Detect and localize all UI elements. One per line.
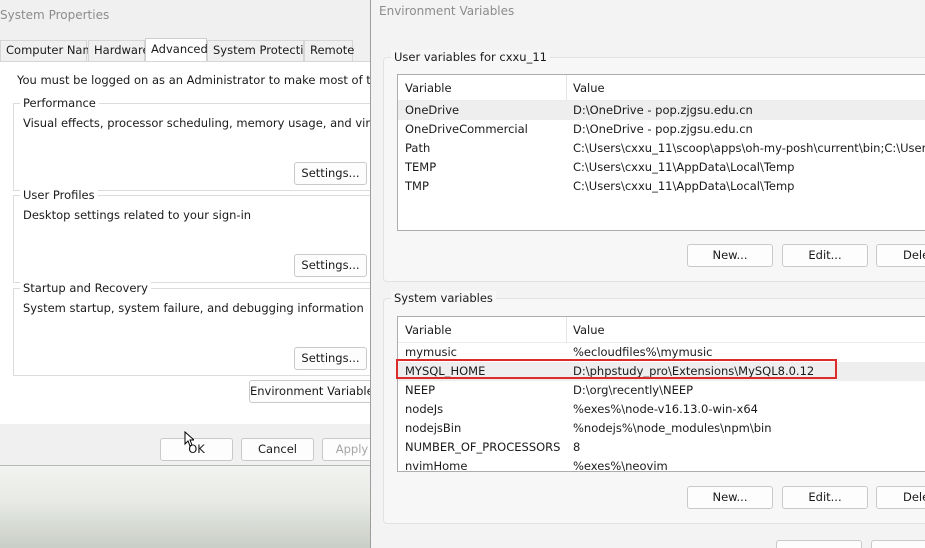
variable-name: TMP (405, 179, 429, 193)
system-new-button[interactable]: New... (687, 486, 773, 509)
tab-hardware[interactable]: Hardware (88, 40, 150, 61)
user-variables-section: User variables for cxxu_11 Variable Valu… (383, 50, 925, 282)
group-title: Startup and Recovery (20, 281, 151, 295)
value-column-header[interactable]: Value (573, 323, 605, 337)
variable-value: C:\Users\cxxu_11\scoop\apps\oh-my-posh\c… (573, 141, 925, 155)
performance-settings-button[interactable]: Settings... (294, 162, 367, 185)
section-title: System variables (391, 291, 496, 305)
desktop-background (0, 466, 372, 548)
table-row[interactable]: mymusic %ecloudfiles%\mymusic (398, 343, 925, 362)
table-row[interactable]: Path C:\Users\cxxu_11\scoop\apps\oh-my-p… (398, 139, 925, 158)
variable-name: NEEP (405, 383, 436, 397)
system-delete-button[interactable]: Delete (876, 486, 925, 509)
user-profiles-group: User Profiles Desktop settings related t… (13, 188, 372, 283)
startup-recovery-settings-button[interactable]: Settings... (294, 347, 367, 370)
window-title: Environment Variables (379, 4, 515, 18)
table-row[interactable]: nodeJs %exes%\node-v16.13.0-win-x64 (398, 400, 925, 419)
variable-name: nodeJs (405, 402, 444, 416)
performance-group: Performance Visual effects, processor sc… (13, 96, 444, 191)
environment-variables-button[interactable]: Environment Variables... (249, 380, 372, 403)
system-variables-section: System variables Variable Value mymusic … (383, 291, 925, 524)
ok-button[interactable]: OK (160, 438, 233, 461)
table-row[interactable]: NEEP D:\org\recently\NEEP (398, 381, 925, 400)
user-new-button[interactable]: New... (687, 244, 773, 267)
variable-column-header[interactable]: Variable (405, 323, 452, 337)
group-description: System startup, system failure, and debu… (23, 301, 364, 315)
variable-value: D:\OneDrive - pop.zjgsu.edu.cn (573, 122, 753, 136)
variable-value: D:\org\recently\NEEP (573, 383, 694, 397)
table-row[interactable]: nvimHome %exes%\neovim (398, 457, 925, 472)
variable-name: TEMP (405, 160, 437, 174)
variable-value: C:\Users\cxxu_11\AppData\Local\Temp (573, 160, 795, 174)
table-row[interactable]: TEMP C:\Users\cxxu_11\AppData\Local\Temp (398, 158, 925, 177)
table-row[interactable]: OneDriveCommercial D:\OneDrive - pop.zjg… (398, 120, 925, 139)
list-header: Variable Value (398, 75, 925, 101)
variable-value: D:\OneDrive - pop.zjgsu.edu.cn (573, 103, 753, 117)
variable-value: %exes%\neovim (573, 459, 668, 472)
table-row[interactable]: TMP C:\Users\cxxu_11\AppData\Local\Temp (398, 177, 925, 196)
variable-value: %exes%\node-v16.13.0-win-x64 (573, 402, 758, 416)
variable-name: MYSQL_HOME (405, 364, 486, 378)
tab-advanced[interactable]: Advanced (145, 38, 208, 62)
section-title: User variables for cxxu_11 (391, 50, 550, 64)
table-row[interactable]: nodejsBin %nodejs%\node_modules\npm\bin (398, 419, 925, 438)
group-description: Desktop settings related to your sign-in (23, 208, 252, 222)
tab-remote[interactable]: Remote (304, 40, 354, 61)
partial-ok-button (776, 540, 862, 548)
variable-value: D:\phpstudy_pro\Extensions\MySQL8.0.12 (573, 364, 815, 378)
column-divider[interactable] (566, 317, 567, 343)
variable-name: nvimHome (405, 459, 468, 472)
startup-recovery-group: Startup and Recovery System startup, sys… (13, 281, 372, 376)
user-profiles-settings-button[interactable]: Settings... (294, 254, 367, 277)
variable-name: nodejsBin (405, 421, 462, 435)
advanced-tab-panel: You must be logged on as an Administrato… (0, 61, 454, 424)
variable-value: %nodejs%\node_modules\npm\bin (573, 421, 772, 435)
variable-column-header[interactable]: Variable (405, 81, 452, 95)
user-edit-button[interactable]: Edit... (782, 244, 868, 267)
table-row-mysql-home[interactable]: MYSQL_HOME D:\phpstudy_pro\Extensions\My… (398, 362, 925, 381)
variable-value: C:\Users\cxxu_11\AppData\Local\Temp (573, 179, 795, 193)
system-edit-button[interactable]: Edit... (782, 486, 868, 509)
variable-value: 8 (573, 440, 581, 454)
mouse-pointer-icon (184, 431, 194, 447)
variable-name: Path (405, 141, 431, 155)
system-variables-list: Variable Value mymusic %ecloudfiles%\mym… (397, 316, 925, 472)
group-title: User Profiles (20, 188, 98, 202)
window-title: System Properties (0, 8, 110, 22)
user-variables-list: Variable Value OneDrive D:\OneDrive - po… (397, 74, 925, 231)
variable-name: mymusic (405, 345, 458, 359)
variable-name: OneDriveCommercial (405, 122, 528, 136)
tab-bar: Computer Name Hardware Advanced System P… (0, 38, 372, 62)
tab-computer-name[interactable]: Computer Name (0, 40, 101, 61)
group-title: Performance (20, 96, 99, 110)
environment-variables-window: Environment Variables User variables for… (370, 0, 925, 548)
table-row[interactable]: NUMBER_OF_PROCESSORS 8 (398, 438, 925, 457)
value-column-header[interactable]: Value (573, 81, 605, 95)
variable-name: NUMBER_OF_PROCESSORS (405, 440, 561, 454)
list-header: Variable Value (398, 317, 925, 343)
table-row[interactable]: OneDrive D:\OneDrive - pop.zjgsu.edu.cn (398, 101, 925, 120)
column-divider[interactable] (566, 75, 567, 101)
partial-cancel-button (871, 540, 925, 548)
variable-value: %ecloudfiles%\mymusic (573, 345, 713, 359)
user-delete-button[interactable]: Delete (876, 244, 925, 267)
cancel-button[interactable]: Cancel (241, 438, 314, 461)
variable-name: OneDrive (405, 103, 460, 117)
system-properties-window: System Properties Computer Name Hardware… (0, 0, 454, 466)
tab-system-protection[interactable]: System Protection (207, 40, 318, 61)
